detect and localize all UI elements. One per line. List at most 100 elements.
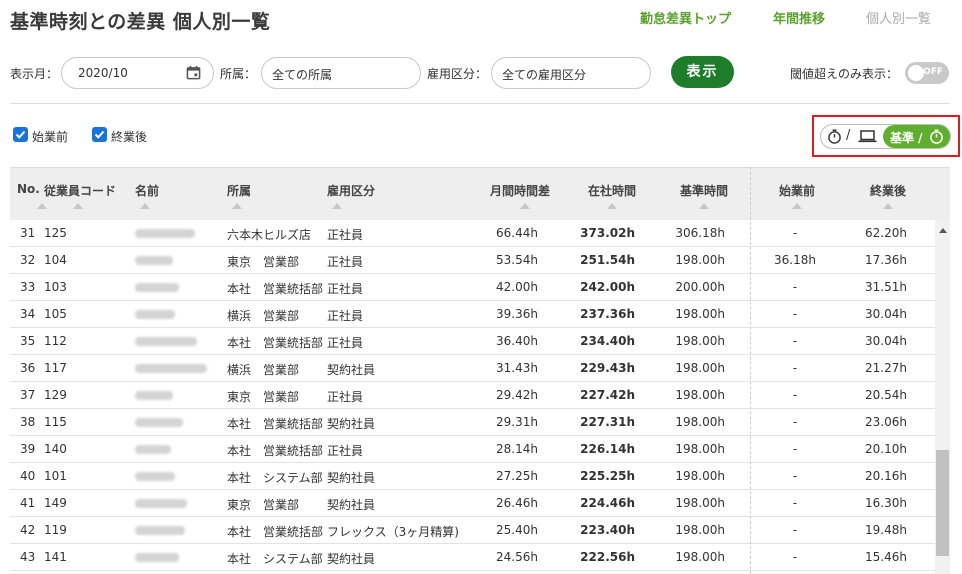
col-after-end[interactable]: 終業後 — [870, 182, 906, 199]
scrollbar-thumb[interactable] — [936, 450, 949, 556]
sort-icon[interactable] — [883, 203, 893, 209]
cell-before-start: - — [792, 496, 798, 510]
cell-dept: 本社 営業統括部 — [227, 336, 324, 350]
emp-type-select[interactable]: 全ての雇用区分 — [491, 57, 651, 89]
col-name[interactable]: 名前 — [135, 182, 159, 199]
stopwatch-icon — [930, 129, 943, 144]
table-row[interactable]: 39 140 本社 営業統括部 正社員 28.14h 226.14h 198.00h - 20.… — [10, 436, 935, 463]
col-monthly-diff[interactable]: 月間時間差 — [490, 182, 550, 199]
cell-office-time: 224.46h — [580, 496, 635, 510]
cell-dept: 本社 営業統括部 — [227, 417, 324, 431]
sort-icon[interactable] — [332, 203, 342, 209]
table-row[interactable]: 35 112 本社 営業統括部 正社員 36.40h 234.40h 198.00h - 30.… — [10, 328, 935, 355]
table-row[interactable]: 40 101 本社 システム部 契約社員 27.25h 225.25h 198.00h - 20… — [10, 463, 935, 490]
sort-icon[interactable] — [232, 203, 242, 209]
redacted-name — [135, 418, 183, 427]
cell-before-start: - — [792, 307, 798, 321]
col-before-start[interactable]: 始業前 — [779, 182, 815, 199]
mode-option-actual[interactable]: / — [821, 125, 883, 148]
cell-no: 41 — [20, 496, 36, 510]
redacted-name — [135, 391, 173, 400]
sort-icon[interactable] — [607, 203, 617, 209]
nav-attendance-top[interactable]: 勤怠差異トップ — [640, 8, 731, 27]
redacted-name — [135, 499, 187, 508]
table-row[interactable]: 43 141 本社 システム部 契約社員 24.56h 222.56h 198.00h - 15… — [10, 544, 935, 571]
month-picker[interactable]: 2020/10 — [61, 57, 214, 89]
cell-before-start: - — [792, 469, 798, 483]
page-title: 基準時刻との差異 個人別一覧 — [10, 11, 271, 33]
cell-no: 40 — [20, 469, 36, 483]
col-emp-code[interactable]: 従業員コード — [44, 182, 116, 199]
table-row[interactable]: 42 119 本社 営業統括部 フレックス（3ヶ月精算) 25.40h 223.40h 19… — [10, 517, 935, 544]
sort-icon[interactable] — [792, 203, 802, 209]
cell-no: 35 — [20, 334, 36, 348]
cell-before-start: - — [792, 226, 798, 240]
cell-emp-type: 契約社員 — [327, 498, 376, 512]
mode-option-standard[interactable]: 基準 / — [883, 125, 950, 148]
sort-icon[interactable] — [73, 203, 83, 209]
start-checkbox[interactable] — [13, 127, 28, 142]
cell-emp-type: 契約社員 — [327, 552, 376, 566]
cell-office-time: 251.54h — [580, 253, 635, 267]
end-checkbox[interactable] — [92, 127, 107, 142]
table-row[interactable]: 33 103 本社 営業統括部 正社員 42.00h 242.00h 200.00h - 31.… — [10, 274, 935, 301]
emp-type-label: 雇用区分： — [427, 67, 488, 81]
redacted-name — [135, 310, 175, 319]
cell-no: 39 — [20, 442, 36, 456]
mode-separator: / — [846, 128, 851, 143]
cell-monthly-diff: 53.54h — [496, 253, 538, 267]
dept-label: 所属： — [220, 67, 257, 81]
col-office-time[interactable]: 在社時間 — [588, 182, 636, 199]
nav-yearly-trend[interactable]: 年間推移 — [773, 8, 825, 27]
cell-emp-type: 正社員 — [327, 255, 364, 269]
cell-before-start: - — [792, 280, 798, 294]
nav-individual-list[interactable]: 個人別一覧 — [866, 8, 931, 27]
scroll-up-arrow-icon[interactable] — [939, 228, 947, 233]
table-row[interactable]: 41 149 東京 営業部 契約社員 26.46h 224.46h 198.00h - 16.3… — [10, 490, 935, 517]
cell-after-end: 19.48h — [865, 523, 907, 537]
cell-no: 33 — [20, 280, 36, 294]
cell-after-end: 62.20h — [865, 226, 907, 240]
calendar-icon[interactable] — [186, 65, 201, 80]
show-button[interactable]: 表示 — [671, 56, 734, 88]
cell-no: 37 — [20, 388, 36, 402]
sort-icon[interactable] — [140, 203, 150, 209]
cell-after-end: 20.16h — [865, 469, 907, 483]
sort-icon[interactable] — [520, 203, 530, 209]
cell-after-end: 20.54h — [865, 388, 907, 402]
cell-after-end: 17.36h — [865, 253, 907, 267]
table-row[interactable]: 36 117 横浜 営業部 契約社員 31.43h 229.43h 198.00h - 21.2… — [10, 355, 935, 382]
display-mode-toggle[interactable]: / 基準 / — [820, 124, 951, 149]
col-emp-type[interactable]: 雇用区分 — [327, 182, 375, 199]
cell-emp-type: 正社員 — [327, 309, 364, 323]
threshold-toggle[interactable]: OFF — [905, 62, 949, 84]
table-row[interactable]: 37 129 東京 営業部 正社員 29.42h 227.42h 198.00h - 20.54… — [10, 382, 935, 409]
redacted-name — [135, 364, 207, 373]
col-standard-time[interactable]: 基準時間 — [680, 182, 728, 199]
redacted-name — [135, 553, 179, 562]
cell-office-time: 226.14h — [580, 442, 635, 456]
cell-monthly-diff: 27.25h — [496, 469, 538, 483]
cell-dept: 横浜 営業部 — [227, 309, 300, 323]
table-body: 31 125 六本木ヒルズ店 正社員 66.44h 373.02h 306.18h -62.2… — [10, 220, 935, 571]
cell-emp-code: 112 — [44, 334, 67, 348]
col-dept[interactable]: 所属 — [227, 182, 251, 199]
end-checkbox-label[interactable]: 終業後 — [111, 128, 147, 145]
table-row[interactable]: 38 115 本社 営業統括部 契約社員 29.31h 227.31h 198.00h - 23… — [10, 409, 935, 436]
table-row[interactable]: 32 104 東京 営業部 正社員 53.54h 251.54h 198.00h 36.18h… — [10, 247, 935, 274]
start-checkbox-label[interactable]: 始業前 — [32, 128, 68, 145]
cell-standard-time: 198.00h — [675, 469, 725, 483]
sort-icon[interactable] — [37, 203, 47, 209]
cell-standard-time: 198.00h — [675, 334, 725, 348]
col-no[interactable]: No. — [17, 182, 40, 196]
cell-before-start: - — [792, 388, 798, 402]
dept-select[interactable]: 全ての所属 — [261, 57, 421, 89]
cell-after-end: 15.46h — [865, 550, 907, 564]
cell-dept: 本社 システム部 — [227, 471, 323, 485]
sort-icon[interactable] — [699, 203, 709, 209]
table-row[interactable]: 31 125 六本木ヒルズ店 正社員 66.44h 373.02h 306.18h - 62.2… — [10, 220, 935, 247]
stopwatch-icon — [828, 129, 841, 144]
page: 基準時刻との差異 個人別一覧 勤怠差異トップ 年間推移 個人別一覧 表示月： 2… — [0, 0, 962, 574]
cell-office-time: 242.00h — [580, 280, 635, 294]
table-row[interactable]: 34 105 横浜 営業部 正社員 39.36h 237.36h 198.00h - 30.04… — [10, 301, 935, 328]
